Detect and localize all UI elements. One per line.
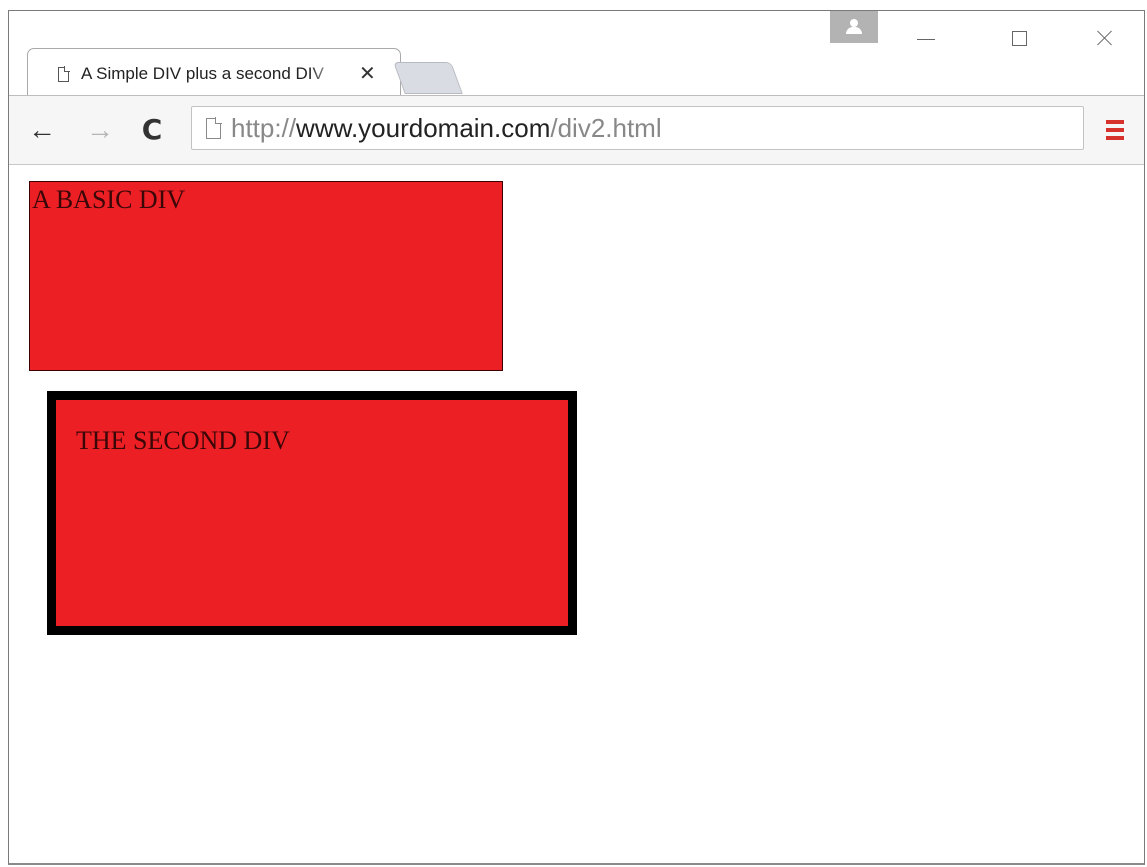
tab-active[interactable]: A Simple DIV plus a second DIV ✕ [27, 48, 401, 97]
forward-button[interactable]: → [83, 113, 117, 147]
address-bar[interactable]: http://www.yourdomain.com/div2.html [191, 106, 1084, 150]
second-div-text: THE SECOND DIV [76, 426, 290, 455]
tab-content: A Simple DIV plus a second DIV ✕ [58, 62, 384, 86]
url-host: www.yourdomain.com [296, 112, 551, 143]
minimize-button[interactable] [908, 23, 944, 53]
minimize-icon [917, 38, 935, 40]
reload-button[interactable]: C [135, 113, 169, 147]
page-icon [206, 116, 222, 139]
menu-bar-middle [1106, 128, 1124, 132]
second-div: THE SECOND DIV [47, 391, 577, 635]
profile-shoulders [846, 27, 862, 34]
url-text: http://www.yourdomain.com/div2.html [231, 113, 662, 144]
maximize-button[interactable] [1001, 23, 1037, 53]
browser-window: A Simple DIV plus a second DIV ✕ ← → C h… [8, 10, 1145, 865]
basic-div-text: A BASIC DIV [32, 185, 186, 214]
page-icon [58, 66, 69, 82]
menu-bar-top [1106, 120, 1124, 124]
back-button[interactable]: ← [25, 113, 59, 147]
page-viewport: A BASIC DIV THE SECOND DIV [9, 165, 1144, 863]
tab-title: A Simple DIV plus a second DIV [81, 64, 324, 83]
tab-close-button[interactable]: ✕ [359, 63, 376, 85]
profile-icon[interactable] [830, 11, 878, 43]
close-icon [1095, 28, 1115, 48]
url-path: /div2.html [550, 112, 662, 143]
profile-head [850, 19, 858, 27]
url-scheme: http:// [231, 112, 297, 143]
close-window-button[interactable] [1087, 23, 1123, 53]
tab-strip: A Simple DIV plus a second DIV ✕ [9, 11, 1144, 97]
basic-div: A BASIC DIV [29, 181, 503, 371]
toolbar: ← → C http://www.yourdomain.com/div2.htm… [9, 95, 1144, 165]
new-tab-button[interactable] [393, 62, 463, 94]
menu-bar-bottom [1106, 136, 1124, 140]
hamburger-menu-icon[interactable] [1102, 118, 1128, 142]
maximize-icon [1011, 30, 1027, 46]
